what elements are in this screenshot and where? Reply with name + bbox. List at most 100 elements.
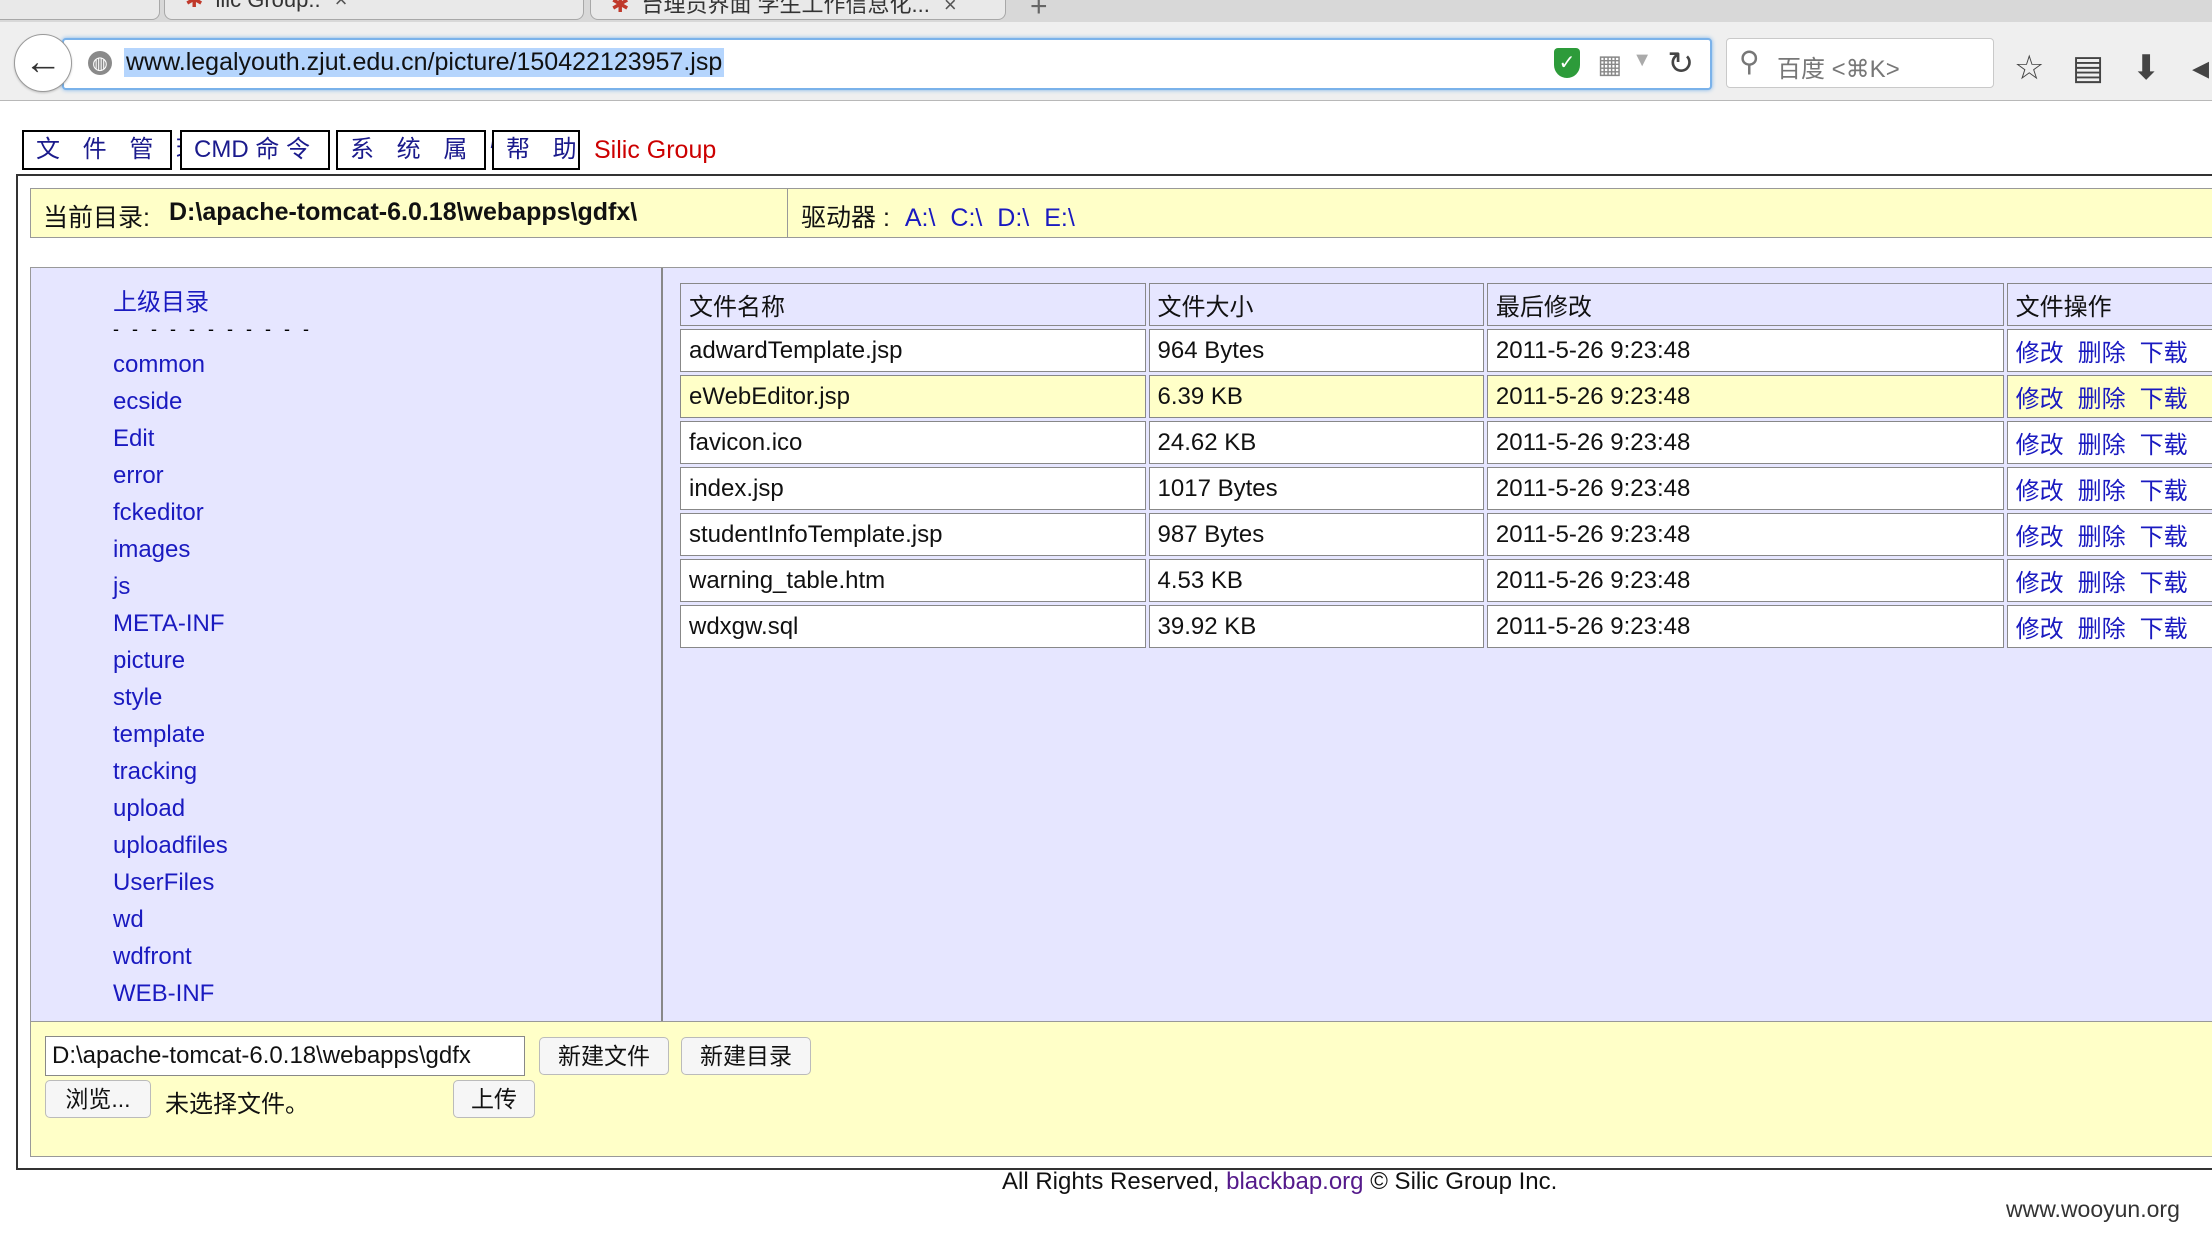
drive-a-link[interactable]: A:\ — [905, 204, 936, 232]
file-manage-button[interactable]: 文 件 管 理 — [22, 130, 200, 170]
dir-link[interactable]: common — [113, 346, 313, 383]
system-properties-button[interactable]: 系 统 属 性 — [336, 130, 514, 170]
dir-link[interactable]: tracking — [113, 753, 313, 790]
dir-link[interactable]: uploadfiles — [113, 827, 313, 864]
file-name: index.jsp — [680, 467, 1146, 510]
back-arrow-icon[interactable]: ← — [14, 34, 72, 92]
file-modified: 2011-5-26 9:23:48 — [1486, 329, 2004, 372]
shield-icon[interactable]: ✓ — [1554, 48, 1580, 78]
edit-link[interactable]: 修改 — [2016, 524, 2064, 551]
file-modified: 2011-5-26 9:23:48 — [1486, 513, 2004, 556]
delete-link[interactable]: 删除 — [2078, 524, 2126, 551]
brand-link[interactable]: Silic Group — [594, 136, 716, 165]
new-file-button[interactable]: 新建文件 — [539, 1037, 669, 1075]
parent-dir-link[interactable]: 上级目录 — [113, 282, 313, 317]
drive-c-link[interactable]: C:\ — [950, 204, 982, 232]
download-link[interactable]: 下载 — [2140, 386, 2188, 413]
dir-link[interactable]: ecside — [113, 383, 313, 420]
download-icon[interactable]: ⬇ — [2132, 48, 2161, 88]
table-row: adwardTemplate.jsp 964 Bytes 2011-5-26 9… — [680, 329, 2212, 372]
help-button[interactable]: 帮 助 — [492, 130, 580, 170]
file-ops: 修改 删除 下载 — [2006, 513, 2212, 556]
drive-e-link[interactable]: E:\ — [1044, 204, 1075, 232]
footer-suffix: © Silic Group Inc. — [1370, 1168, 1558, 1195]
file-name: adwardTemplate.jsp — [680, 329, 1146, 372]
cmd-button[interactable]: CMD 命 令 — [180, 130, 330, 170]
download-link[interactable]: 下载 — [2140, 478, 2188, 505]
tab-title: 台理员界面 学生工作信息化... — [641, 0, 930, 17]
dir-link[interactable]: js — [113, 568, 313, 605]
file-name: wdxgw.sql — [680, 605, 1146, 648]
reload-icon[interactable]: ↻ — [1667, 44, 1694, 82]
edit-link[interactable]: 修改 — [2016, 432, 2064, 459]
file-name: warning_table.htm — [680, 559, 1146, 602]
download-link[interactable]: 下载 — [2140, 432, 2188, 459]
file-ops: 修改 删除 下载 — [2006, 605, 2212, 648]
footer-link[interactable]: blackbap.org — [1226, 1168, 1363, 1195]
col-header-name: 文件名称 — [680, 283, 1146, 326]
download-link[interactable]: 下载 — [2140, 524, 2188, 551]
qr-code-icon[interactable]: ▦ — [1597, 49, 1622, 80]
overflow-icon[interactable]: ◂ — [2192, 48, 2209, 88]
download-link[interactable]: 下载 — [2140, 616, 2188, 643]
table-row: index.jsp 1017 Bytes 2011-5-26 9:23:48 修… — [680, 467, 2212, 510]
globe-icon[interactable]: ◍ — [88, 51, 112, 75]
file-table: 文件名称 文件大小 最后修改 文件操作 adwardTemplate.jsp 9… — [677, 280, 2212, 651]
dir-link[interactable]: wd — [113, 901, 313, 938]
delete-link[interactable]: 删除 — [2078, 340, 2126, 367]
table-row: warning_table.htm 4.53 KB 2011-5-26 9:23… — [680, 559, 2212, 602]
browser-tab-3[interactable]: ✱ 台理员界面 学生工作信息化... × — [590, 0, 1006, 20]
bookmark-star-icon[interactable]: ☆ — [2014, 48, 2044, 88]
file-size: 987 Bytes — [1148, 513, 1484, 556]
dir-link[interactable]: images — [113, 531, 313, 568]
footer-prefix: All Rights Reserved, — [1002, 1168, 1220, 1195]
delete-link[interactable]: 删除 — [2078, 432, 2126, 459]
browser-tab-2[interactable]: ✱ ilic Group.. × — [164, 0, 584, 20]
dir-link[interactable]: upload — [113, 790, 313, 827]
edit-link[interactable]: 修改 — [2016, 616, 2064, 643]
edit-link[interactable]: 修改 — [2016, 340, 2064, 367]
delete-link[interactable]: 删除 — [2078, 570, 2126, 597]
file-browser-panel: 上级目录 - - - - - - - - - - - common ecside… — [30, 267, 2212, 1022]
file-size: 4.53 KB — [1148, 559, 1484, 602]
no-file-label: 未选择文件。 — [165, 1091, 309, 1118]
browser-tab-1[interactable] — [0, 0, 160, 20]
url-bar[interactable]: ◍ www.legalyouth.zjut.edu.cn/picture/150… — [62, 38, 1712, 90]
search-placeholder: 百度 <⌘K> — [1777, 56, 1900, 83]
dir-link[interactable]: Edit — [113, 420, 313, 457]
reading-list-icon[interactable]: ▤ — [2072, 48, 2104, 88]
dir-link[interactable]: fckeditor — [113, 494, 313, 531]
edit-link[interactable]: 修改 — [2016, 478, 2064, 505]
url-text[interactable]: www.legalyouth.zjut.edu.cn/picture/15042… — [124, 48, 725, 77]
search-input[interactable]: ⚲ 百度 <⌘K> — [1726, 38, 1994, 88]
dir-link[interactable]: UserFiles — [113, 864, 313, 901]
tab-close-icon[interactable]: × — [944, 0, 957, 17]
upload-button[interactable]: 上传 — [453, 1080, 535, 1118]
edit-link[interactable]: 修改 — [2016, 570, 2064, 597]
delete-link[interactable]: 删除 — [2078, 386, 2126, 413]
path-input[interactable]: D:\apache-tomcat-6.0.18\webapps\gdfx — [45, 1036, 525, 1076]
file-size: 24.62 KB — [1148, 421, 1484, 464]
browse-button[interactable]: 浏览... — [45, 1080, 151, 1118]
dir-link[interactable]: META-INF — [113, 605, 313, 642]
dir-link[interactable]: wdfront — [113, 938, 313, 975]
download-link[interactable]: 下载 — [2140, 340, 2188, 367]
dir-link[interactable]: WEB-INF — [113, 975, 313, 1012]
delete-link[interactable]: 删除 — [2078, 616, 2126, 643]
dir-link[interactable]: error — [113, 457, 313, 494]
tab-close-icon[interactable]: × — [335, 0, 348, 12]
drive-d-link[interactable]: D:\ — [997, 204, 1029, 232]
drives-label: 驱动器 : — [801, 204, 890, 232]
download-link[interactable]: 下载 — [2140, 570, 2188, 597]
new-tab-button[interactable]: + — [1030, 0, 1048, 22]
dir-link[interactable]: style — [113, 679, 313, 716]
file-ops: 修改 删除 下载 — [2006, 421, 2212, 464]
delete-link[interactable]: 删除 — [2078, 478, 2126, 505]
dir-link[interactable]: template — [113, 716, 313, 753]
col-header-ops: 文件操作 — [2006, 283, 2212, 326]
tab-favicon-icon: ✱ — [611, 0, 630, 17]
dir-link[interactable]: picture — [113, 642, 313, 679]
chevron-down-icon[interactable]: ▼ — [1632, 49, 1652, 72]
edit-link[interactable]: 修改 — [2016, 386, 2064, 413]
new-dir-button[interactable]: 新建目录 — [681, 1037, 811, 1075]
